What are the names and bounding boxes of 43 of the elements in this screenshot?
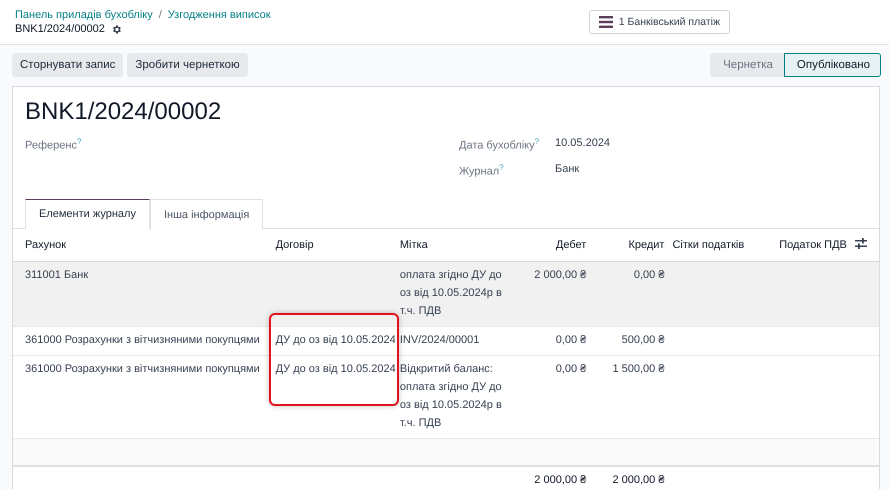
account-cell: 311001 Банк: [25, 269, 88, 281]
field-label: Референс$^{?}$: [25, 137, 82, 152]
field-value: Банк: [555, 163, 580, 175]
breadcrumb-link[interactable]: Узгодження виписок: [168, 9, 271, 21]
list-icon: [598, 16, 613, 28]
status-step[interactable]: Опубліковано: [784, 53, 881, 77]
record-name: BNK1/2024/00002: [15, 23, 105, 35]
account-cell: 361000 Розрахунки з вітчизняними покупцями: [25, 334, 260, 346]
debit-total: 2 000,00 ₴: [534, 474, 586, 486]
column-header[interactable]: Рахунок: [25, 239, 66, 251]
bank-payment-button[interactable]: 1 Банківський платіж: [588, 10, 730, 34]
record-title: BNK1/2024/00002: [24, 97, 222, 127]
column-header[interactable]: Сітки податків: [672, 239, 744, 251]
breadcrumb-link[interactable]: Панель приладів бухобліку: [15, 9, 153, 21]
contract-cell: ДУ до оз від 10.05.2024: [276, 334, 396, 346]
credit-total: 2 000,00 ₴: [612, 474, 664, 486]
label-cell: INV/2024/00001: [400, 334, 480, 346]
action-button[interactable]: Зробити чернеткою: [127, 53, 248, 77]
debit-cell: 0,00 ₴: [556, 363, 586, 375]
gear-icon[interactable]: [110, 24, 122, 34]
column-header[interactable]: Кредит: [628, 239, 664, 251]
debit-cell: 0,00 ₴: [556, 334, 586, 346]
credit-cell: 500,00 ₴: [622, 334, 664, 346]
status-step[interactable]: Чернетка: [710, 53, 784, 77]
contract-cell: ДУ до оз від 10.05.2024: [276, 363, 396, 375]
field-label: Журнал$^{?}$: [459, 163, 505, 178]
credit-cell: 1 500,00 ₴: [612, 363, 664, 375]
action-button[interactable]: Сторнувати запис: [12, 53, 124, 77]
field-label: Дата бухобліку$^{?}$: [459, 137, 540, 152]
label-cell: Відкритий баланс: оплата згідно ДУ до оз від 10.05.2024р в т.ч. ПДВ: [400, 363, 502, 429]
column-header[interactable]: Дебет: [556, 239, 586, 251]
credit-cell: 0,00 ₴: [634, 269, 664, 281]
column-settings-icon[interactable]: [854, 238, 867, 249]
breadcrumb-separator: /: [158, 9, 162, 21]
field-value: 10.05.2024: [555, 137, 610, 149]
tab[interactable]: Інша інформація: [150, 199, 264, 229]
column-header[interactable]: Договір: [276, 239, 314, 251]
column-header[interactable]: Мітка: [400, 239, 428, 251]
tab[interactable]: Елементи журналу: [25, 199, 150, 229]
column-header[interactable]: Податок ПДВ: [779, 239, 847, 251]
label-cell: оплата згідно ДУ до оз від 10.05.2024р в т.ч. ПДВ: [400, 269, 502, 317]
account-cell: 361000 Розрахунки з вітчизняними покупцями: [25, 363, 260, 375]
debit-cell: 2 000,00 ₴: [534, 269, 586, 281]
